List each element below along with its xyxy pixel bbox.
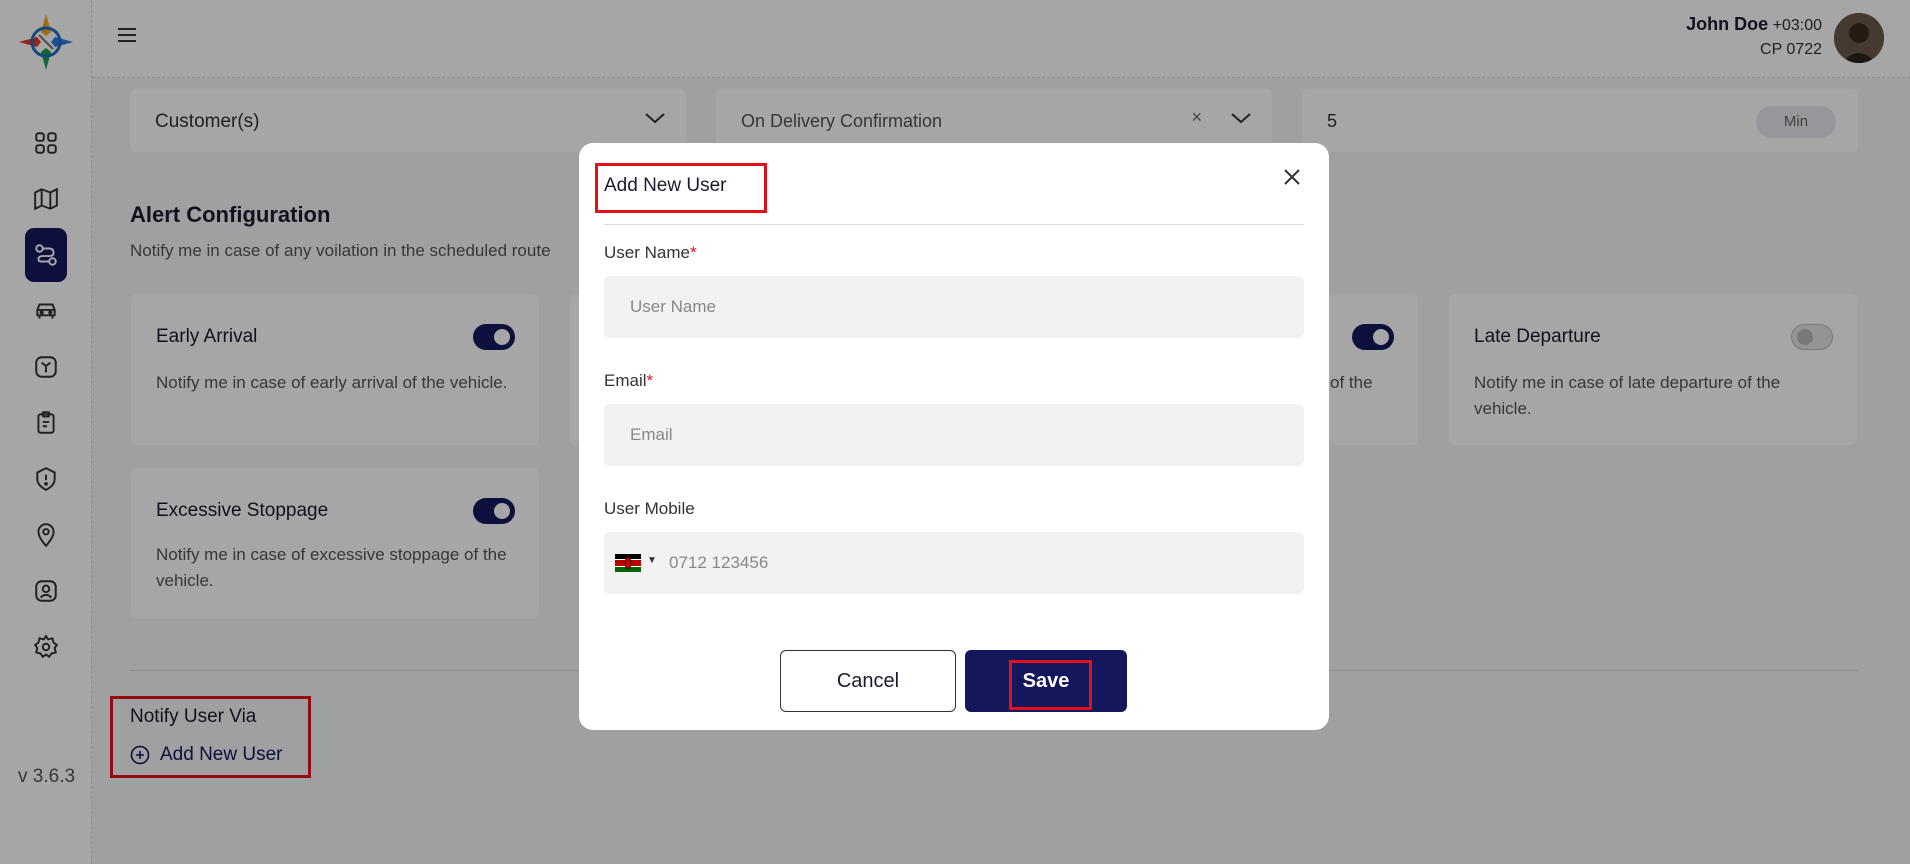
email-input[interactable] [604,404,1304,466]
kenya-flag-icon[interactable] [615,554,641,572]
highlight-box-save [1009,660,1092,710]
mobile-field: ▼ [604,532,1304,594]
modal-divider [604,224,1304,225]
country-caret-icon[interactable]: ▼ [647,555,657,566]
close-icon[interactable] [1280,165,1304,189]
email-label-text: Email [604,371,647,390]
required-mark: * [689,243,697,262]
mobile-input[interactable] [669,532,1289,594]
cancel-button[interactable]: Cancel [780,650,956,712]
mobile-label: User Mobile [604,499,695,518]
email-label: Email* [604,371,653,391]
required-mark: * [646,371,654,390]
username-label-text: User Name [604,243,690,262]
add-user-modal: Add New User User Name* Email* User Mobi… [579,143,1329,730]
username-input[interactable] [604,276,1304,338]
username-label: User Name* [604,243,697,263]
highlight-box-title [595,163,767,213]
